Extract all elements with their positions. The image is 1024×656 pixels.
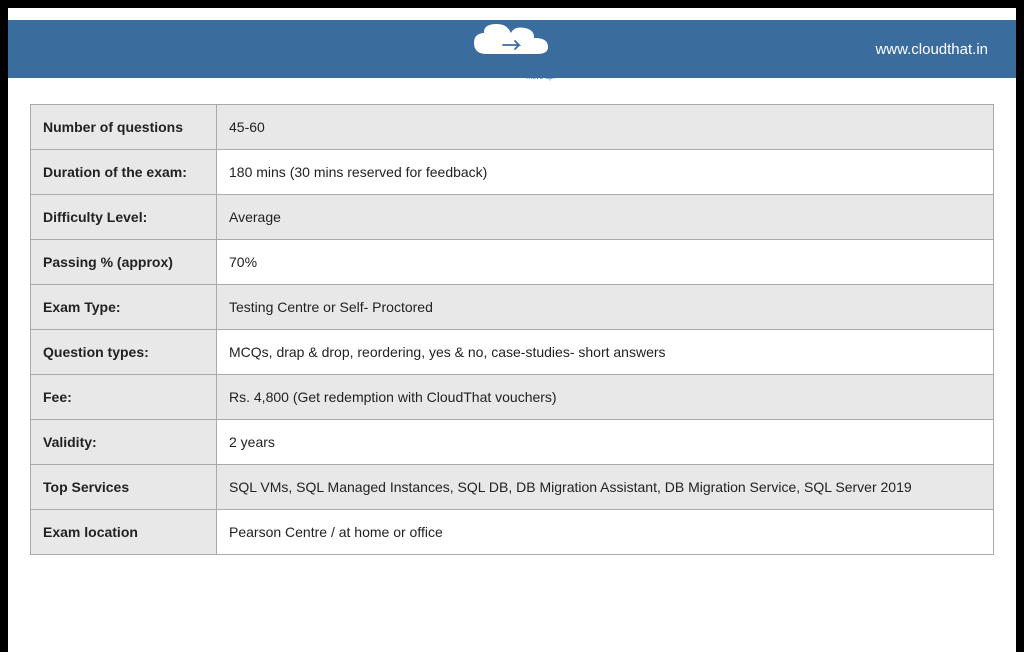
table-row: Passing % (approx) 70% bbox=[31, 240, 994, 285]
row-label: Number of questions bbox=[31, 105, 217, 150]
row-value: Testing Centre or Self- Proctored bbox=[217, 285, 994, 330]
header-bar: cloudThat move up. www.cloudthat.in bbox=[8, 20, 1016, 78]
table-row: Top Services SQL VMs, SQL Managed Instan… bbox=[31, 465, 994, 510]
row-label: Validity: bbox=[31, 420, 217, 465]
row-value: 45-60 bbox=[217, 105, 994, 150]
content-area: Number of questions 45-60 Duration of th… bbox=[8, 78, 1016, 573]
row-label: Question types: bbox=[31, 330, 217, 375]
row-value: 2 years bbox=[217, 420, 994, 465]
page-container: cloudThat move up. www.cloudthat.in Numb… bbox=[8, 20, 1016, 656]
row-label: Top Services bbox=[31, 465, 217, 510]
row-label: Fee: bbox=[31, 375, 217, 420]
table-row: Exam Type: Testing Centre or Self- Proct… bbox=[31, 285, 994, 330]
row-label: Exam Type: bbox=[31, 285, 217, 330]
info-table: Number of questions 45-60 Duration of th… bbox=[30, 104, 994, 555]
table-row: Duration of the exam: 180 mins (30 mins … bbox=[31, 150, 994, 195]
row-label: Difficulty Level: bbox=[31, 195, 217, 240]
row-value: Average bbox=[217, 195, 994, 240]
row-value: 70% bbox=[217, 240, 994, 285]
row-value: Rs. 4,800 (Get redemption with CloudThat… bbox=[217, 375, 994, 420]
table-row: Number of questions 45-60 bbox=[31, 105, 994, 150]
table-body: Number of questions 45-60 Duration of th… bbox=[31, 105, 994, 555]
table-row: Fee: Rs. 4,800 (Get redemption with Clou… bbox=[31, 375, 994, 420]
table-row: Exam location Pearson Centre / at home o… bbox=[31, 510, 994, 555]
header-url: www.cloudthat.in bbox=[875, 41, 988, 58]
row-value: MCQs, drap & drop, reordering, yes & no,… bbox=[217, 330, 994, 375]
row-value: 180 mins (30 mins reserved for feedback) bbox=[217, 150, 994, 195]
table-row: Validity: 2 years bbox=[31, 420, 994, 465]
logo: cloudThat move up. bbox=[463, 15, 561, 81]
row-value: Pearson Centre / at home or office bbox=[217, 510, 994, 555]
row-label: Duration of the exam: bbox=[31, 150, 217, 195]
table-row: Difficulty Level: Average bbox=[31, 195, 994, 240]
row-value: SQL VMs, SQL Managed Instances, SQL DB, … bbox=[217, 465, 994, 510]
cloud-icon bbox=[463, 15, 561, 63]
row-label: Exam location bbox=[31, 510, 217, 555]
table-row: Question types: MCQs, drap & drop, reord… bbox=[31, 330, 994, 375]
row-label: Passing % (approx) bbox=[31, 240, 217, 285]
